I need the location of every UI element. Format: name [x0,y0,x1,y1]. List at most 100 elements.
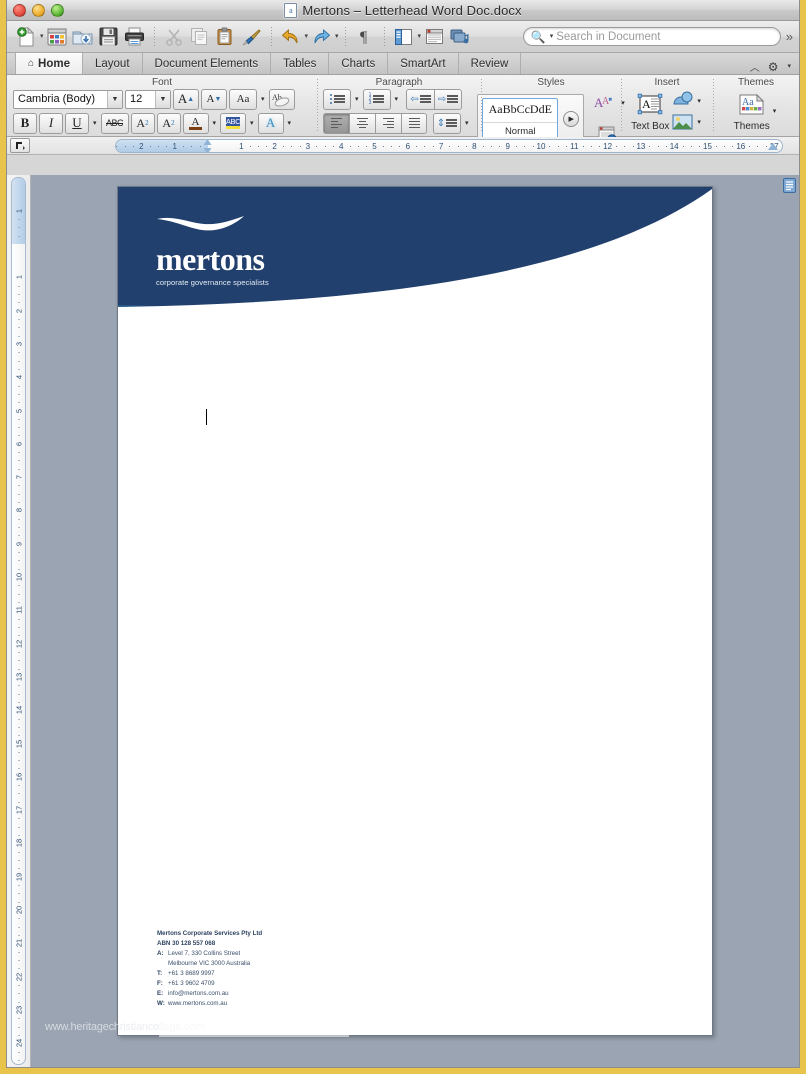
tab-home[interactable]: ⌂ Home [15,53,83,74]
shrink-font-button[interactable]: A ▼ [201,88,227,110]
highlight-caret[interactable]: ▾ [248,119,256,127]
right-indent-marker-icon[interactable] [768,143,778,150]
change-case-caret[interactable]: ▾ [259,95,267,103]
pilcrow-icon[interactable]: ¶ [352,24,378,50]
underline-caret[interactable]: ▾ [91,119,99,127]
subscript-button[interactable]: A2 [156,112,181,134]
styles-group-title: Styles [537,77,565,88]
increase-indent-icon[interactable]: ⇨ [434,88,463,110]
minimize-button[interactable] [32,4,45,17]
shapes-icon[interactable] [671,91,695,111]
redo-arrow-icon[interactable] [308,24,334,50]
chevron-up-icon[interactable]: ︿ [750,59,760,74]
align-justify-icon[interactable] [401,112,427,134]
document-page[interactable]: mertons corporate governance specialists… [117,186,713,1036]
search-menu-caret[interactable]: ▾ [550,33,554,40]
text-effects-caret[interactable]: ▾ [286,119,294,127]
vertical-ruler-tick [18,402,19,404]
italic-button[interactable]: I [39,112,63,134]
font-color-button[interactable]: A [182,112,209,134]
tab-review[interactable]: Review [459,53,522,74]
toolbar-overflow-button[interactable]: » [786,29,793,44]
picture-icon[interactable] [671,112,695,132]
insert-group-title: Insert [654,77,680,88]
line-spacing-icon[interactable]: ⇕ [433,112,461,134]
tab-smartart[interactable]: SmartArt [388,53,459,74]
insert-text-box-button[interactable]: A Text Box [631,90,669,132]
line-spacing-caret[interactable]: ▾ [463,119,471,127]
font-name-combo[interactable]: Cambria (Body) ▼ [13,89,123,109]
highlight-button[interactable]: ABC [220,112,247,134]
search-input-wrapper[interactable]: 🔍 ▾ [522,27,781,46]
new-document-icon[interactable] [13,24,39,50]
tab-layout-label: Layout [95,57,130,70]
themes-button[interactable]: Aa Themes [734,90,770,132]
footer-row-phone: T: +61 3 8689 9997 [157,969,250,979]
ruler-number: 10 [536,142,546,151]
clipboard-paste-icon[interactable] [213,24,239,50]
font-name-caret[interactable]: ▼ [107,90,122,108]
undo-arrow-icon[interactable] [278,24,304,50]
left-tab-stop-icon[interactable] [10,138,30,153]
sidebar-panel-icon[interactable] [391,24,417,50]
open-folder-icon[interactable] [70,24,96,50]
style-normal-swatch[interactable]: AaBbCcDdE Normal [482,98,559,140]
search-input[interactable] [556,30,773,43]
copy-icon[interactable] [187,24,213,50]
footer-value-address-2: Melbourne VIC 3000 Australia [168,959,251,967]
bulleted-list-icon[interactable] [323,88,351,110]
font-size-caret[interactable]: ▼ [155,90,170,108]
align-left-icon[interactable] [323,112,349,134]
gear-menu-caret[interactable]: ▾ [787,63,791,70]
horizontal-ruler[interactable]: 3211234567891011121314151617 [115,139,783,153]
tab-document-elements[interactable]: Document Elements [143,53,272,74]
vertical-ruler-tick [18,918,19,920]
shapes-caret[interactable]: ▾ [695,97,703,105]
align-right-icon[interactable] [375,112,401,134]
indent-marker-icon[interactable] [203,140,213,152]
ruler-tick [665,146,667,147]
numbered-list-icon[interactable]: 123 [362,88,391,110]
superscript-button[interactable]: A2 [130,112,155,134]
align-center-icon[interactable] [349,112,375,134]
tab-smartart-label: SmartArt [400,57,446,70]
close-button[interactable] [13,4,26,17]
strikethrough-button[interactable]: ABC [100,112,129,134]
scissors-icon[interactable] [161,24,187,50]
save-floppy-icon[interactable] [96,24,122,50]
zoom-button[interactable] [51,4,64,17]
clear-formatting-button[interactable]: Ab [268,88,295,110]
media-browser-icon[interactable] [447,24,473,50]
decrease-indent-icon[interactable]: ⇦ [406,88,435,110]
change-case-button[interactable]: Aa [229,88,257,110]
font-color-caret[interactable]: ▾ [211,119,219,127]
vertical-ruler-tick [18,235,19,237]
redo-menu-caret[interactable]: ▾ [335,33,339,40]
tab-charts[interactable]: Charts [329,53,389,74]
template-gallery-icon[interactable] [44,24,70,50]
tab-tables[interactable]: Tables [271,53,330,74]
gear-icon[interactable]: ⚙ [768,60,779,74]
picture-caret[interactable]: ▾ [695,118,703,126]
ruler-tick [432,146,434,147]
scroll-tool-icon[interactable] [783,178,796,193]
play-triangle-icon[interactable]: ▶ [563,111,580,127]
bold-button[interactable]: B [13,112,37,134]
manage-styles-icon[interactable]: A A [589,88,619,118]
vertical-ruler[interactable]: 1 1 2 3 4 5 6 7 8 9 10 11 12 13 14 15 16 17 18 19 20 21 22 23 24… [7,175,31,1067]
grow-font-button[interactable]: A ▲ [173,88,199,110]
paragraph-row-1: ▾ 123 ▾ ⇦ ⇨ [323,88,475,110]
vertical-ruler-tick [18,593,19,595]
printer-icon[interactable] [122,24,148,50]
underline-button[interactable]: U [65,112,89,134]
tab-layout[interactable]: Layout [83,53,143,74]
themes-caret[interactable]: ▾ [771,107,779,115]
numbered-list-caret[interactable]: ▾ [393,95,401,103]
bulleted-list-caret[interactable]: ▾ [353,95,361,103]
notebook-layout-icon[interactable] [421,24,447,50]
text-effects-button[interactable]: A [257,112,284,134]
font-size-combo[interactable]: 12 ▼ [125,89,171,109]
new-document-menu-caret[interactable]: ▾ [40,33,44,40]
ruler-tick [749,146,751,147]
paintbrush-icon[interactable] [239,24,265,50]
